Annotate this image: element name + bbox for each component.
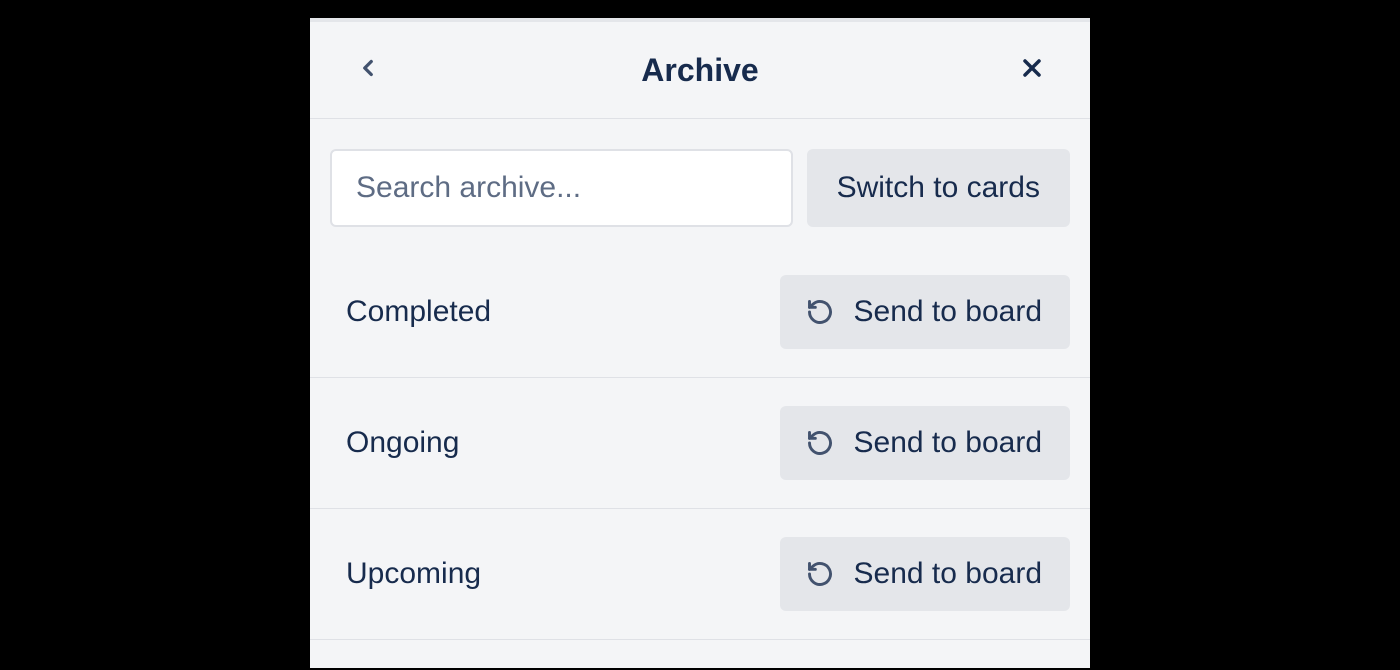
send-to-board-button[interactable]: Send to board xyxy=(780,537,1070,611)
list-item-label: Upcoming xyxy=(346,557,481,591)
list-item: Ongoing Send to board xyxy=(310,378,1090,509)
list-item-label: Ongoing xyxy=(346,426,459,460)
search-row: Switch to cards xyxy=(310,119,1090,247)
search-input[interactable] xyxy=(330,149,793,227)
archive-panel: Archive Switch to cards Completed Send t… xyxy=(310,18,1090,668)
send-to-board-label: Send to board xyxy=(854,557,1042,591)
send-to-board-label: Send to board xyxy=(854,295,1042,329)
switch-to-cards-button[interactable]: Switch to cards xyxy=(807,149,1070,227)
panel-header: Archive xyxy=(310,22,1090,119)
chevron-left-icon xyxy=(355,55,381,86)
undo-icon xyxy=(806,560,834,588)
close-button[interactable] xyxy=(1010,48,1054,92)
undo-icon xyxy=(806,429,834,457)
list-item: Completed Send to board xyxy=(310,247,1090,378)
list-item: Upcoming Send to board xyxy=(310,509,1090,640)
undo-icon xyxy=(806,298,834,326)
list-item-label: Completed xyxy=(346,295,491,329)
back-button[interactable] xyxy=(346,48,390,92)
send-to-board-button[interactable]: Send to board xyxy=(780,406,1070,480)
close-icon xyxy=(1018,54,1046,87)
archive-list: Completed Send to board Ongoing Send to … xyxy=(310,247,1090,640)
send-to-board-label: Send to board xyxy=(854,426,1042,460)
send-to-board-button[interactable]: Send to board xyxy=(780,275,1070,349)
panel-title: Archive xyxy=(390,52,1010,89)
